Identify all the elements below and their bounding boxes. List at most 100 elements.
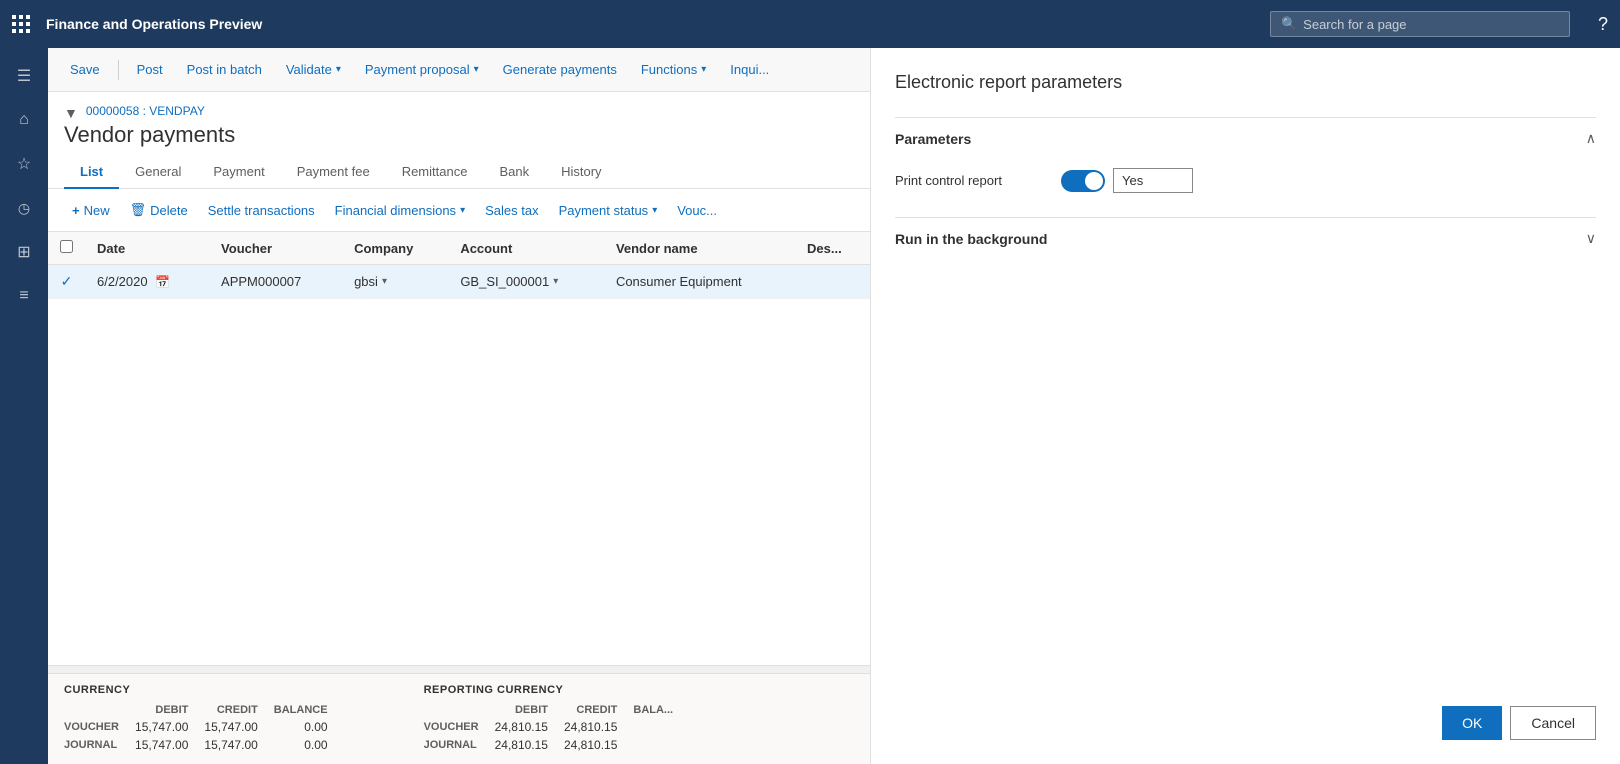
debit-col-header: DEBIT [135, 702, 204, 718]
tab-payment-fee[interactable]: Payment fee [281, 156, 386, 189]
journal-balance: 0.00 [274, 736, 344, 754]
check-col-header [48, 232, 85, 265]
separator-1 [118, 60, 119, 80]
report-voucher-balance [633, 718, 689, 736]
tab-payment[interactable]: Payment [197, 156, 280, 189]
main-area: ☰ ⌂ ☆ ◷ ⊞ ≡ Save Post Post in batch Vali… [0, 48, 1620, 764]
settle-transactions-button[interactable]: Settle transactions [200, 198, 323, 223]
tab-general[interactable]: General [119, 156, 197, 189]
page-title: Vendor payments [64, 122, 854, 148]
description-col-header: Des... [795, 232, 870, 265]
financial-dim-label: Financial dimensions [335, 203, 456, 218]
report-voucher-label: VOUCHER [424, 718, 495, 736]
app-title: Finance and Operations Preview [46, 16, 1258, 32]
functions-button[interactable]: Functions ▾ [631, 56, 716, 83]
sidebar-item-recent[interactable]: ◷ [4, 188, 44, 228]
summary-voucher-row: VOUCHER 15,747.00 15,747.00 0.00 [64, 718, 344, 736]
report-journal-credit: 24,810.15 [564, 736, 633, 754]
date-value: 6/2/2020 [97, 274, 148, 289]
journal-credit: 15,747.00 [204, 736, 273, 754]
voucher-credit: 15,747.00 [204, 718, 273, 736]
ok-button[interactable]: OK [1442, 706, 1502, 740]
run-background-chevron-down-icon [1586, 230, 1596, 248]
payment-status-button[interactable]: Payment status ▾ [551, 198, 666, 223]
sidebar-item-home[interactable]: ⌂ [4, 100, 44, 140]
search-icon: 🔍 [1281, 16, 1297, 32]
payment-proposal-button[interactable]: Payment proposal ▾ [355, 56, 489, 83]
print-control-field-row: Print control report [895, 168, 1596, 193]
sales-tax-button[interactable]: Sales tax [477, 198, 546, 223]
app-grid-icon[interactable] [12, 15, 30, 33]
tab-history[interactable]: History [545, 156, 617, 189]
date-col-header: Date [85, 232, 209, 265]
financial-dimensions-button[interactable]: Financial dimensions ▾ [327, 198, 473, 223]
inquire-button[interactable]: Inqui... [720, 56, 779, 83]
post-batch-button[interactable]: Post in batch [177, 56, 272, 83]
left-sidebar: ☰ ⌂ ☆ ◷ ⊞ ≡ [0, 48, 48, 764]
post-button[interactable]: Post [127, 56, 173, 83]
report-journal-debit: 24,810.15 [495, 736, 564, 754]
delete-button[interactable]: 🗑 Delete [122, 197, 196, 223]
toggle-knob [1085, 172, 1103, 190]
post-batch-label: Post in batch [187, 62, 262, 77]
tab-list[interactable]: List [64, 156, 119, 189]
report-debit-col-header: DEBIT [495, 702, 564, 718]
tab-bank[interactable]: Bank [483, 156, 545, 189]
report-voucher-credit: 24,810.15 [564, 718, 633, 736]
plus-icon: + [72, 203, 80, 218]
parameters-section-body: Print control report [895, 160, 1596, 217]
validate-button[interactable]: Validate ▾ [276, 56, 351, 83]
delete-label: Delete [150, 203, 188, 218]
currency-section: CURRENCY DEBIT CREDIT BALANCE [64, 684, 344, 754]
functions-arrow: ▾ [701, 64, 706, 75]
report-balance-col-header: BALA... [633, 702, 689, 718]
account-dropdown-arrow[interactable]: ▾ [553, 276, 558, 287]
generate-payments-button[interactable]: Generate payments [493, 56, 627, 83]
report-voucher-row: VOUCHER 24,810.15 24,810.15 [424, 718, 690, 736]
new-label: New [84, 203, 110, 218]
report-journal-label: JOURNAL [424, 736, 495, 754]
data-table: Date Voucher Company Account Vendor name… [48, 232, 870, 299]
journal-debit: 15,747.00 [135, 736, 204, 754]
horizontal-scrollbar[interactable] [48, 665, 870, 673]
sidebar-item-favorites[interactable]: ☆ [4, 144, 44, 184]
filter-icon[interactable]: ▼ [64, 105, 78, 121]
financial-dim-arrow: ▾ [460, 205, 465, 216]
company-dropdown-arrow[interactable]: ▾ [382, 276, 387, 287]
calendar-icon[interactable]: 📅 [155, 275, 170, 289]
cancel-button[interactable]: Cancel [1510, 706, 1596, 740]
report-voucher-debit: 24,810.15 [495, 718, 564, 736]
search-bar[interactable]: 🔍 Search for a page [1270, 11, 1570, 37]
new-button[interactable]: + New [64, 198, 118, 223]
run-background-section-header[interactable]: Run in the background [895, 218, 1596, 260]
report-journal-balance [633, 736, 689, 754]
row-check-cell[interactable]: ✓ [48, 265, 85, 299]
print-control-text-input[interactable] [1113, 168, 1193, 193]
save-button[interactable]: Save [60, 56, 110, 83]
vendor-name-col-header: Vendor name [604, 232, 795, 265]
run-background-section: Run in the background [895, 217, 1596, 260]
command-bar: Save Post Post in batch Validate ▾ Payme… [48, 48, 870, 92]
table-row[interactable]: ✓ 6/2/2020 📅 APPM000007 gbsi ▾ [48, 265, 870, 299]
sidebar-item-workspaces[interactable]: ⊞ [4, 232, 44, 272]
delete-icon: 🗑 [130, 202, 147, 218]
company-value: gbsi [354, 274, 378, 289]
validate-arrow: ▾ [336, 64, 341, 75]
row-company: gbsi ▾ [342, 265, 448, 299]
row-voucher: APPM000007 [209, 265, 342, 299]
sidebar-item-hamburger[interactable]: ☰ [4, 56, 44, 96]
credit-col-header: CREDIT [204, 702, 273, 718]
search-placeholder: Search for a page [1303, 17, 1406, 32]
parameters-section-header[interactable]: Parameters [895, 118, 1596, 160]
select-all-checkbox[interactable] [60, 240, 73, 253]
parameters-section-title: Parameters [895, 131, 971, 147]
print-control-toggle[interactable] [1061, 170, 1105, 192]
panel-footer: OK Cancel [895, 690, 1596, 740]
vouch-button[interactable]: Vouc... [669, 198, 725, 223]
help-icon[interactable]: ? [1598, 14, 1608, 35]
page-header: ▼ 00000058 : VENDPAY Vendor payments [48, 92, 870, 156]
tab-remittance[interactable]: Remittance [386, 156, 484, 189]
journal-row-label: JOURNAL [64, 736, 135, 754]
data-table-wrapper: Date Voucher Company Account Vendor name… [48, 232, 870, 665]
sidebar-item-modules[interactable]: ≡ [4, 276, 44, 316]
